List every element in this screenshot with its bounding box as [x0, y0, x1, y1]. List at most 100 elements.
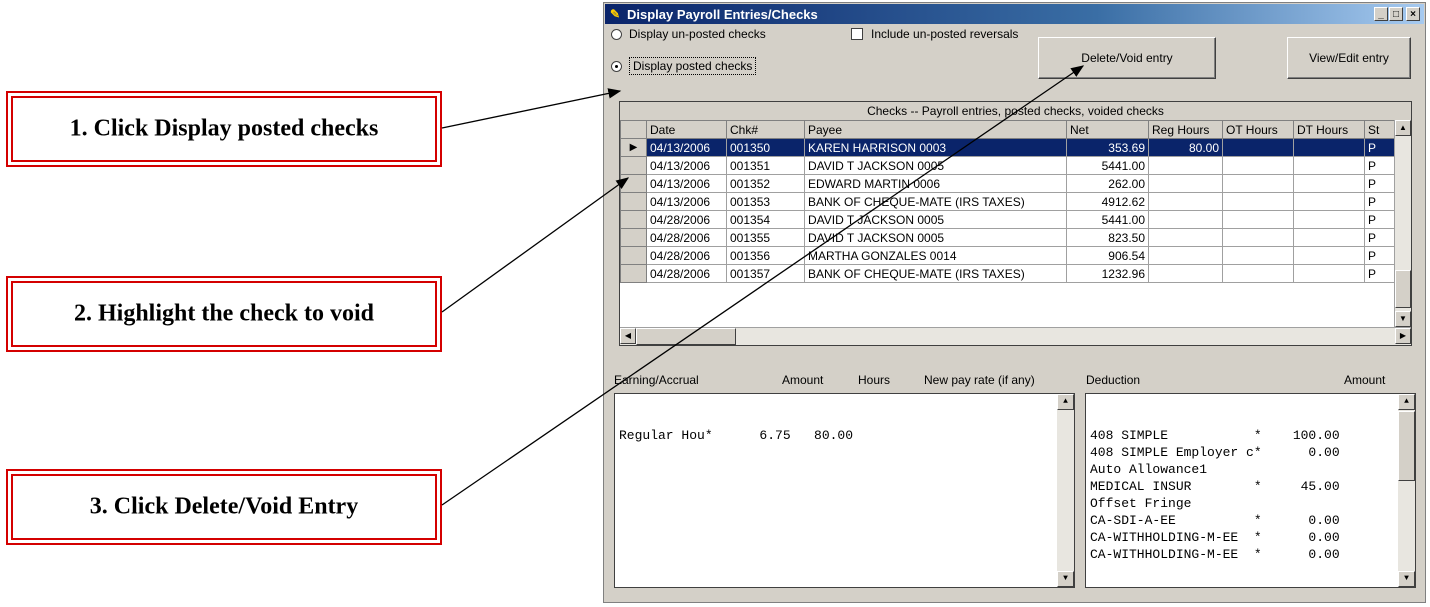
grid-horizontal-scrollbar[interactable]: ◀ ▶	[620, 327, 1411, 345]
deduction-line: 408 SIMPLE Employer c* 0.00	[1090, 445, 1340, 460]
col-header-payee[interactable]: Payee	[804, 120, 1067, 139]
col-header-dt-hours[interactable]: DT Hours	[1293, 120, 1365, 139]
checks-table: Date Chk# Payee Net Reg Hours OT Hours D…	[620, 120, 1401, 283]
col-header-net[interactable]: Net	[1066, 120, 1149, 139]
hscroll-thumb[interactable]	[636, 328, 736, 345]
cell-ot	[1222, 138, 1294, 157]
checkbox-include-reversals[interactable]: Include un-posted reversals	[851, 27, 1018, 41]
earning-line: Regular Hou* 6.75 80.00	[619, 428, 854, 443]
deduction-header: Deduction	[1086, 373, 1141, 387]
window-title: Display Payroll Entries/Checks	[627, 7, 818, 22]
row-pointer-icon[interactable]: ▶	[620, 138, 647, 157]
cell-ot	[1222, 228, 1294, 247]
cell-dt	[1293, 246, 1365, 265]
arrow-to-selected-row	[441, 177, 630, 313]
col-header-ot-hours[interactable]: OT Hours	[1222, 120, 1294, 139]
table-row[interactable]: 04/28/2006 001355 DAVID T JACKSON 0005 823.…	[620, 228, 1401, 247]
cell-payee: KAREN HARRISON 0003	[804, 138, 1067, 157]
row-selector[interactable]	[620, 210, 647, 229]
maximize-button[interactable]: □	[1389, 7, 1403, 21]
scroll-left-icon[interactable]: ◀	[620, 328, 636, 344]
title-bar: ✎ Display Payroll Entries/Checks _ □ ×	[605, 4, 1424, 24]
table-row[interactable]: ▶ 04/13/2006 001350 KAREN HARRISON 0003 353.…	[620, 138, 1401, 157]
radio-posted-dot[interactable]	[611, 60, 622, 72]
delete-void-button[interactable]: Delete/Void entry	[1038, 37, 1216, 79]
cell-ot	[1222, 192, 1294, 211]
cell-payee: EDWARD MARTIN 0006	[804, 174, 1067, 193]
deductions-scroll-thumb[interactable]	[1398, 411, 1415, 481]
row-selector[interactable]	[620, 174, 647, 193]
cell-date: 04/28/2006	[646, 246, 727, 265]
deductions-memo[interactable]: 408 SIMPLE * 100.00 408 SIMPLE Employer c…	[1085, 393, 1416, 588]
cell-reg	[1148, 228, 1223, 247]
cell-date: 04/13/2006	[646, 174, 727, 193]
minimize-button[interactable]: _	[1374, 7, 1388, 21]
view-edit-button[interactable]: View/Edit entry	[1287, 37, 1411, 79]
grid-vertical-scrollbar[interactable]: ▲ ▼	[1394, 120, 1411, 327]
arrow-to-posted-radio	[441, 88, 622, 129]
earnings-scrollbar[interactable]: ▲ ▼	[1057, 394, 1074, 587]
cell-ot	[1222, 174, 1294, 193]
row-selector[interactable]	[620, 264, 647, 283]
close-button[interactable]: ×	[1406, 7, 1420, 21]
col-header-date[interactable]: Date	[646, 120, 727, 139]
row-selector[interactable]	[620, 228, 647, 247]
deductions-scroll-up-icon[interactable]: ▲	[1398, 394, 1415, 410]
cell-chk: 001350	[726, 138, 805, 157]
table-row[interactable]: 04/28/2006 001356 MARTHA GONZALES 0014 906.…	[620, 246, 1401, 265]
earnings-scroll-down-icon[interactable]: ▼	[1057, 571, 1074, 587]
deductions-scrollbar[interactable]: ▲ ▼	[1398, 394, 1415, 587]
checkbox-include-reversals-box[interactable]	[851, 28, 863, 40]
callout-step-3: 3. Click Delete/Void Entry	[6, 469, 442, 545]
table-row[interactable]: 04/28/2006 001354 DAVID T JACKSON 0005 5441…	[620, 210, 1401, 229]
radio-unposted-dot[interactable]	[611, 28, 622, 40]
cell-payee: DAVID T JACKSON 0005	[804, 228, 1067, 247]
scroll-thumb[interactable]	[1395, 270, 1411, 308]
cell-ot	[1222, 210, 1294, 229]
cell-chk: 001355	[726, 228, 805, 247]
deduction-line: Auto Allowance1	[1090, 462, 1208, 477]
cell-payee: BANK OF CHEQUE-MATE (IRS TAXES)	[804, 192, 1067, 211]
grid-caption: Checks -- Payroll entries, posted checks…	[620, 102, 1411, 121]
new-pay-rate-header: New pay rate (if any)	[924, 373, 1035, 387]
cell-reg	[1148, 192, 1223, 211]
cell-reg	[1148, 264, 1223, 283]
cell-date: 04/13/2006	[646, 138, 727, 157]
cell-payee: DAVID T JACKSON 0005	[804, 210, 1067, 229]
checks-grid[interactable]: Checks -- Payroll entries, posted checks…	[619, 101, 1412, 346]
cell-net: 1232.96	[1066, 264, 1149, 283]
checkbox-include-reversals-label: Include un-posted reversals	[871, 27, 1019, 41]
scroll-right-icon[interactable]: ▶	[1395, 328, 1411, 344]
deductions-scroll-down-icon[interactable]: ▼	[1398, 571, 1415, 587]
cell-date: 04/28/2006	[646, 210, 727, 229]
cell-payee: DAVID T JACKSON 0005	[804, 156, 1067, 175]
table-row[interactable]: 04/13/2006 001353 BANK OF CHEQUE-MATE (IRS…	[620, 192, 1401, 211]
table-row[interactable]: 04/13/2006 001352 EDWARD MARTIN 0006 262.00…	[620, 174, 1401, 193]
cell-chk: 001356	[726, 246, 805, 265]
cell-net: 4912.62	[1066, 192, 1149, 211]
cell-date: 04/13/2006	[646, 156, 727, 175]
cell-dt	[1293, 192, 1365, 211]
earning-header: Earning/Accrual	[614, 373, 699, 387]
table-row[interactable]: 04/28/2006 001357 BANK OF CHEQUE-MATE (IRS…	[620, 264, 1401, 283]
row-selector[interactable]	[620, 192, 647, 211]
earnings-memo[interactable]: Regular Hou* 6.75 80.00 ▲ ▼	[614, 393, 1075, 588]
col-header-chk[interactable]: Chk#	[726, 120, 805, 139]
row-selector[interactable]	[620, 156, 647, 175]
radio-display-unposted[interactable]: Display un-posted checks	[611, 27, 766, 41]
scroll-up-icon[interactable]: ▲	[1395, 120, 1411, 136]
scroll-down-icon[interactable]: ▼	[1395, 311, 1411, 327]
table-row[interactable]: 04/13/2006 001351 DAVID T JACKSON 0005 5441…	[620, 156, 1401, 175]
deduction-line: 408 SIMPLE * 100.00	[1090, 428, 1340, 443]
deduction-line: CA-WITHHOLDING-M-EE * 0.00	[1090, 547, 1340, 562]
row-selector[interactable]	[620, 246, 647, 265]
earnings-scroll-up-icon[interactable]: ▲	[1057, 394, 1074, 410]
cell-net: 5441.00	[1066, 156, 1149, 175]
cell-dt	[1293, 264, 1365, 283]
cell-dt	[1293, 174, 1365, 193]
cell-net: 262.00	[1066, 174, 1149, 193]
col-header-reg-hours[interactable]: Reg Hours	[1148, 120, 1223, 139]
radio-display-posted[interactable]: Display posted checks	[611, 57, 757, 75]
callout-step-2-text: 2. Highlight the check to void	[73, 300, 374, 327]
deduction-line: Offset Fringe	[1090, 496, 1192, 511]
